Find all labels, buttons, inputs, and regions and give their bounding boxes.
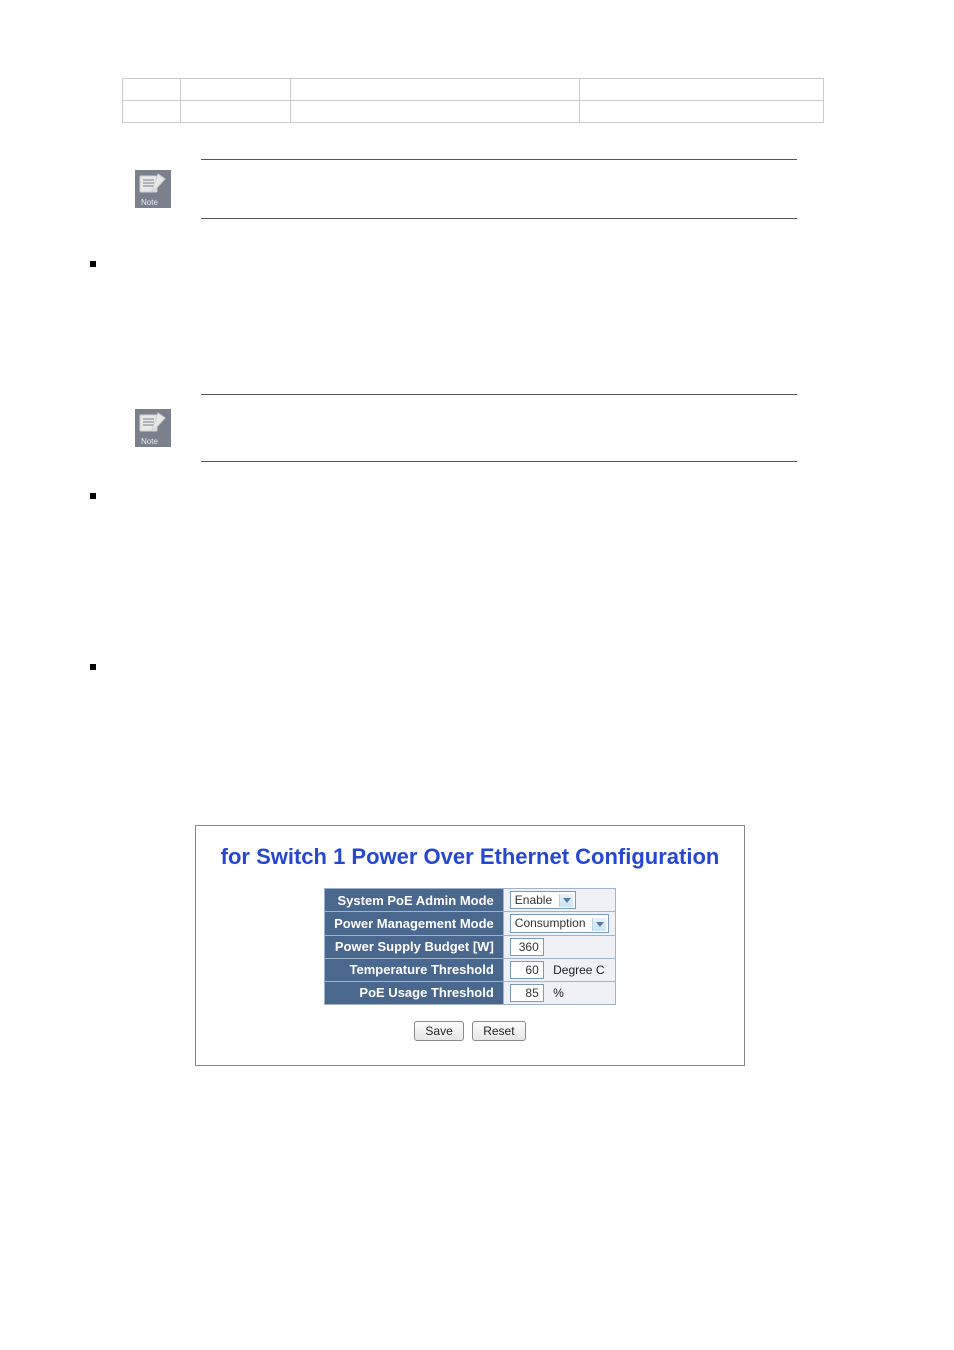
budget-input[interactable]: 360 <box>510 938 544 956</box>
chevron-down-icon <box>559 894 573 907</box>
config-row-mgmt-mode: Power Management Mode Consumption <box>325 912 616 935</box>
frame-title: for Switch 1 Power Over Ethernet Configu… <box>216 844 724 870</box>
note-lines <box>201 394 797 462</box>
unit-label: Degree C <box>547 963 604 977</box>
label-budget: Power Supply Budget [W] <box>325 935 504 958</box>
save-button[interactable]: Save <box>414 1021 463 1041</box>
reset-button[interactable]: Reset <box>472 1021 525 1041</box>
mgmt-mode-select[interactable]: Consumption <box>510 914 609 932</box>
config-row-admin-mode: System PoE Admin Mode Enable <box>325 889 616 912</box>
usage-input[interactable]: 85 <box>510 984 544 1002</box>
label-admin-mode: System PoE Admin Mode <box>325 889 504 912</box>
bullet-icon <box>90 664 96 670</box>
data-table <box>122 78 824 123</box>
value-cell: 60 Degree C <box>503 958 615 981</box>
note-block: Note <box>135 159 797 219</box>
label-mgmt-mode: Power Management Mode <box>325 912 504 935</box>
note-icon: Note <box>135 409 171 447</box>
select-value: Consumption <box>515 916 586 930</box>
bullet-icon <box>90 493 96 499</box>
config-row-usage: PoE Usage Threshold 85 % <box>325 981 616 1004</box>
label-usage: PoE Usage Threshold <box>325 981 504 1004</box>
value-cell: Consumption <box>503 912 615 935</box>
table-row <box>123 79 824 101</box>
config-row-budget: Power Supply Budget [W] 360 <box>325 935 616 958</box>
value-cell: Enable <box>503 889 615 912</box>
note-label: Note <box>141 437 158 446</box>
table-row <box>123 101 824 123</box>
value-cell: 360 <box>503 935 615 958</box>
note-label: Note <box>141 198 158 207</box>
select-value: Enable <box>515 893 552 907</box>
note-lines <box>201 159 797 219</box>
label-temp: Temperature Threshold <box>325 958 504 981</box>
button-row: Save Reset <box>216 1021 724 1041</box>
chevron-down-icon <box>592 918 606 931</box>
note-block: Note <box>135 394 797 462</box>
config-table: System PoE Admin Mode Enable Power Manag… <box>324 888 616 1005</box>
temp-input[interactable]: 60 <box>510 961 544 979</box>
poe-config-frame: for Switch 1 Power Over Ethernet Configu… <box>195 825 745 1066</box>
config-row-temp: Temperature Threshold 60 Degree C <box>325 958 616 981</box>
bullet-icon <box>90 261 96 267</box>
value-cell: 85 % <box>503 981 615 1004</box>
note-icon: Note <box>135 170 171 208</box>
unit-label: % <box>547 986 564 1000</box>
admin-mode-select[interactable]: Enable <box>510 891 576 909</box>
